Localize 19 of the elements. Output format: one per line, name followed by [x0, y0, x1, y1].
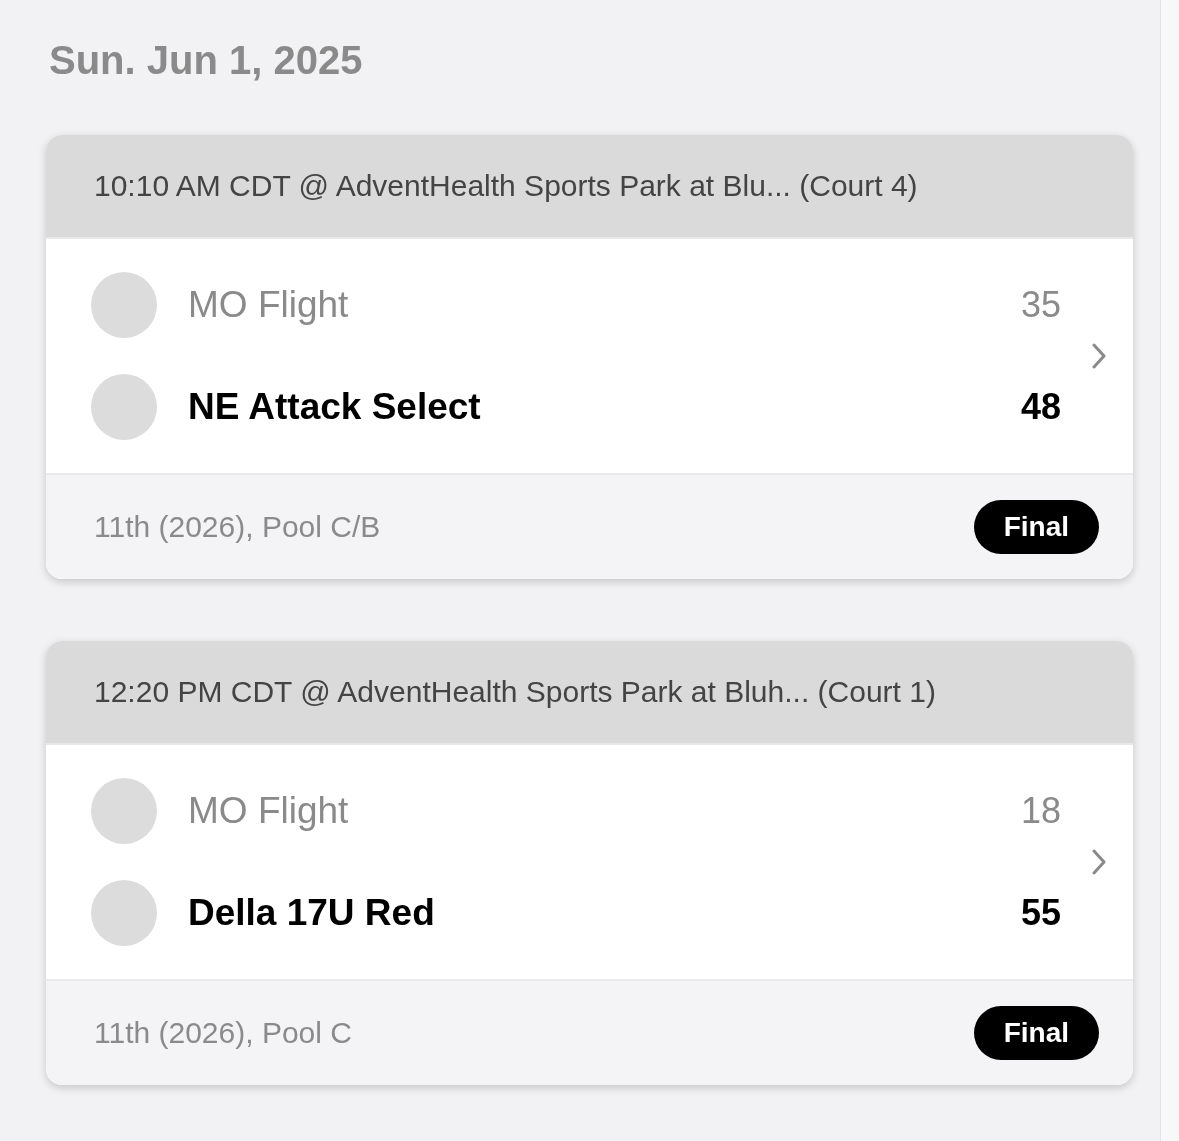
team-name: Della 17U Red: [188, 892, 435, 934]
game-card[interactable]: 10:10 AM CDT @ AdventHealth Sports Park at Blu... (Court 4) MO Flight 35 NE Attack Select 48 11th (2026), Pool C/B Final: [46, 135, 1133, 579]
division-label: 11th (2026), Pool C/B: [94, 510, 381, 544]
team-score: 55: [1020, 892, 1061, 934]
team-name: NE Attack Select: [188, 386, 481, 428]
status-badge: Final: [973, 500, 1099, 554]
chevron-right-icon[interactable]: [1091, 849, 1107, 875]
chevron-right-icon[interactable]: [1091, 343, 1107, 369]
team-score: 35: [1020, 284, 1061, 326]
team-name: MO Flight: [188, 790, 349, 832]
status-badge: Final: [973, 1006, 1099, 1060]
game-header: 12:20 PM CDT @ AdventHealth Sports Park at Bluh... (Court 1): [46, 641, 1133, 745]
date-heading: Sun. Jun 1, 2025: [49, 38, 364, 83]
team-score: 18: [1020, 790, 1061, 832]
game-header: 10:10 AM CDT @ AdventHealth Sports Park at Blu... (Court 4): [46, 135, 1133, 239]
team-name: MO Flight: [188, 284, 349, 326]
game-card[interactable]: 12:20 PM CDT @ AdventHealth Sports Park at Bluh... (Court 1) MO Flight 18 Della 17U Red 55 11th (2026), Pool C Final: [46, 641, 1133, 1085]
team-score: 48: [1020, 386, 1061, 428]
division-label: 11th (2026), Pool C: [94, 1016, 352, 1050]
